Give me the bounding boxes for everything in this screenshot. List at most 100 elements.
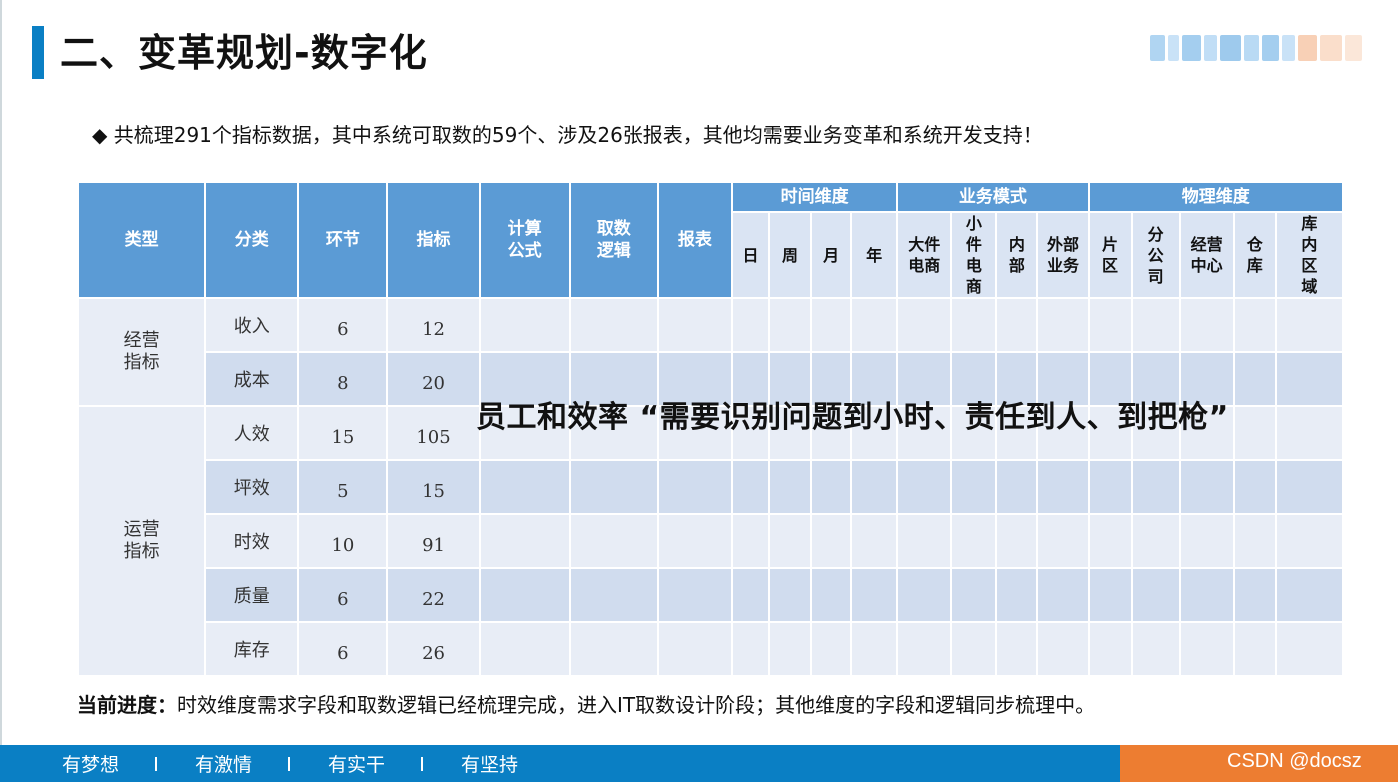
blank-cell <box>478 513 571 569</box>
slogan-separator <box>155 756 158 771</box>
blank-cell <box>730 459 771 515</box>
blank-cell <box>1232 621 1277 677</box>
category-cell: 人效 <box>204 405 300 461</box>
indicator-count-cell: 15 <box>386 459 481 515</box>
blank-cell <box>568 459 659 515</box>
blank-cell <box>1274 405 1345 461</box>
subheader-branch: 分公司 <box>1130 211 1181 299</box>
blank-cell <box>896 513 953 569</box>
blank-cell <box>656 297 733 353</box>
category-cell: 收入 <box>204 297 300 353</box>
blank-cell <box>768 297 813 353</box>
blank-cell <box>950 567 998 623</box>
blank-cell <box>1274 513 1345 569</box>
blank-cell <box>1087 621 1133 677</box>
type-business-indicators: 经营指标 <box>76 297 207 407</box>
subheader-day: 日 <box>730 211 771 299</box>
blank-cell <box>768 567 813 623</box>
type-operation-indicators: 运营指标 <box>76 405 207 677</box>
category-cell: 成本 <box>204 351 300 407</box>
blank-cell <box>896 297 953 353</box>
link-count-cell: 10 <box>297 513 389 569</box>
blank-cell <box>850 459 899 515</box>
subheader-year: 年 <box>850 211 899 299</box>
subheader-external-business: 外部业务 <box>1036 211 1090 299</box>
link-count-cell: 6 <box>297 297 389 353</box>
blank-cell <box>1130 459 1181 515</box>
progress-note: 当前进度：时效维度需求字段和取数逻辑已经梳理完成，进入IT取数设计阶段；其他维度… <box>77 690 1095 720</box>
blank-cell <box>1036 459 1090 515</box>
blank-cell <box>1178 513 1235 569</box>
link-count-cell: 5 <box>297 459 389 515</box>
slogan-passion: 有激情 <box>195 754 253 776</box>
blank-cell <box>1232 351 1277 407</box>
subheader-week: 周 <box>768 211 813 299</box>
subheader-area: 片区 <box>1087 211 1133 299</box>
csdn-watermark: CSDN @docsz <box>1227 750 1362 772</box>
blank-cell <box>656 567 733 623</box>
blank-cell <box>568 297 659 353</box>
blank-cell <box>850 297 899 353</box>
blank-cell <box>810 567 853 623</box>
blank-cell <box>950 621 998 677</box>
subheader-warehouse: 仓库 <box>1232 211 1277 299</box>
slogan-action: 有实干 <box>328 754 386 776</box>
link-count-cell: 15 <box>297 405 389 461</box>
footer-slogans: 有梦想 有激情 有实干 有坚持 <box>62 745 518 782</box>
blank-cell <box>1087 567 1133 623</box>
category-cell: 库存 <box>204 621 300 677</box>
category-cell: 坪效 <box>204 459 300 515</box>
blank-cell <box>1178 459 1235 515</box>
blank-cell <box>1232 513 1277 569</box>
blank-cell <box>950 459 998 515</box>
blank-cell <box>656 459 733 515</box>
blank-cell <box>1130 567 1181 623</box>
progress-label: 当前进度： <box>77 693 177 717</box>
summary-bullet: ◆ 共梳理291个指标数据，其中系统可取数的59个、涉及26张报表，其他均需要业… <box>92 123 1043 147</box>
blank-cell <box>730 297 771 353</box>
header-type: 类型 <box>76 181 207 299</box>
progress-text: 时效维度需求字段和取数逻辑已经梳理完成，进入IT取数设计阶段；其他维度的字段和逻… <box>177 693 1096 717</box>
blank-cell <box>810 297 853 353</box>
blank-cell <box>1178 297 1235 353</box>
blank-cell <box>995 459 1039 515</box>
blank-cell <box>478 567 571 623</box>
blank-cell <box>1232 567 1277 623</box>
header-link: 环节 <box>297 181 389 299</box>
blank-cell <box>1274 297 1345 353</box>
blank-cell <box>810 513 853 569</box>
blank-cell <box>568 621 659 677</box>
header-report: 报表 <box>656 181 733 299</box>
slogan-separator <box>421 756 424 771</box>
indicator-count-cell: 20 <box>386 351 481 407</box>
slide-title: 二、变革规划-数字化 <box>60 31 428 75</box>
header-indicator: 指标 <box>386 181 481 299</box>
blank-cell <box>950 297 998 353</box>
blank-cell <box>1036 567 1090 623</box>
blank-cell <box>478 621 571 677</box>
indicator-count-cell: 26 <box>386 621 481 677</box>
blank-cell <box>730 513 771 569</box>
blank-cell <box>896 567 953 623</box>
blank-cell <box>1036 513 1090 569</box>
blank-cell <box>478 297 571 353</box>
blank-cell <box>995 513 1039 569</box>
blank-cell <box>568 567 659 623</box>
blank-cell <box>1178 621 1235 677</box>
indicator-count-cell: 12 <box>386 297 481 353</box>
blank-cell <box>1087 459 1133 515</box>
blank-cell <box>1130 621 1181 677</box>
blank-cell <box>1232 459 1277 515</box>
blank-cell <box>478 459 571 515</box>
blank-cell <box>896 459 953 515</box>
blank-cell <box>950 513 998 569</box>
indicator-count-cell: 105 <box>386 405 481 461</box>
header-physical-dimension: 物理维度 <box>1087 181 1344 213</box>
blank-cell <box>730 621 771 677</box>
slogan-dream: 有梦想 <box>62 754 120 776</box>
subheader-warehouse-zone: 库内区域 <box>1274 211 1345 299</box>
link-count-cell: 8 <box>297 351 389 407</box>
header-category: 分类 <box>204 181 300 299</box>
blank-cell <box>850 513 899 569</box>
blank-cell <box>1036 621 1090 677</box>
